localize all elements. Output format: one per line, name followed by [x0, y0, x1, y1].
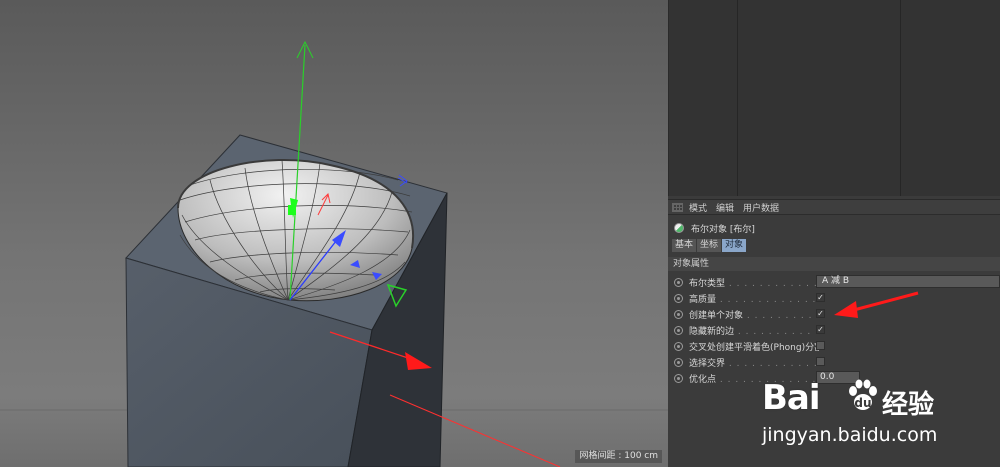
prop-label: 隐藏新的边: [689, 326, 735, 337]
section-object-properties: 对象属性: [668, 257, 1000, 271]
prop-phong-break: 交叉处创建平滑着色(Phong)分割: [668, 338, 1000, 354]
attribute-manager-toolbar: 模式 编辑 用户数据: [668, 199, 1000, 215]
prop-select-intersection: 选择交界 . . . . . . . . . . . . . . .: [668, 354, 1000, 370]
animate-radio-icon[interactable]: [674, 325, 683, 335]
boolean-object-icon: [674, 223, 684, 233]
grid-spacing-readout: 网格间距 : 100 cm: [575, 450, 662, 463]
animate-radio-icon[interactable]: [674, 293, 683, 303]
svg-text:du: du: [854, 396, 871, 410]
prop-label: 交叉处创建平滑着色(Phong)分割: [689, 342, 819, 353]
animate-radio-icon[interactable]: [674, 341, 683, 351]
watermark-url: jingyan.baidu.com: [762, 424, 938, 446]
baidu-jingyan-watermark: Bai du 经验 jingyan.baidu.com: [760, 372, 1000, 467]
watermark-brand: Bai: [762, 378, 821, 418]
prop-label: 创建单个对象: [689, 310, 744, 321]
scene-render: [0, 40, 668, 467]
hide-new-edges-checkbox[interactable]: ✓: [816, 325, 825, 334]
annotation-arrow-icon: [834, 291, 919, 318]
menu-mode[interactable]: 模式: [689, 201, 707, 214]
prop-label: 布尔类型: [689, 278, 726, 289]
menu-user-data[interactable]: 用户数据: [743, 201, 779, 214]
tab-basic[interactable]: 基本: [672, 239, 697, 252]
object-manager[interactable]: [668, 0, 1000, 196]
phong-break-checkbox[interactable]: [816, 341, 825, 350]
attribute-tabs: 基本 坐标 对象: [672, 239, 747, 252]
animate-radio-icon[interactable]: [674, 277, 683, 287]
baidu-paw-icon: du: [849, 379, 877, 410]
animate-radio-icon[interactable]: [674, 373, 683, 383]
3d-viewport[interactable]: 网格间距 : 100 cm: [0, 0, 668, 467]
watermark-brand-cn: 经验: [882, 390, 935, 420]
animate-radio-icon[interactable]: [674, 357, 683, 367]
panel-grid-icon[interactable]: [672, 202, 683, 212]
animate-radio-icon[interactable]: [674, 309, 683, 319]
object-title: 布尔对象 [布尔]: [674, 221, 755, 235]
tab-object[interactable]: 对象: [722, 239, 747, 252]
select-intersection-checkbox[interactable]: [816, 357, 825, 366]
prop-label: 选择交界: [689, 358, 726, 369]
prop-label: 高质量: [689, 294, 717, 305]
prop-label: 优化点: [689, 374, 717, 385]
object-title-text: 布尔对象 [布尔]: [691, 224, 755, 235]
tab-coordinates[interactable]: 坐标: [697, 239, 722, 252]
menu-edit[interactable]: 编辑: [716, 201, 734, 214]
